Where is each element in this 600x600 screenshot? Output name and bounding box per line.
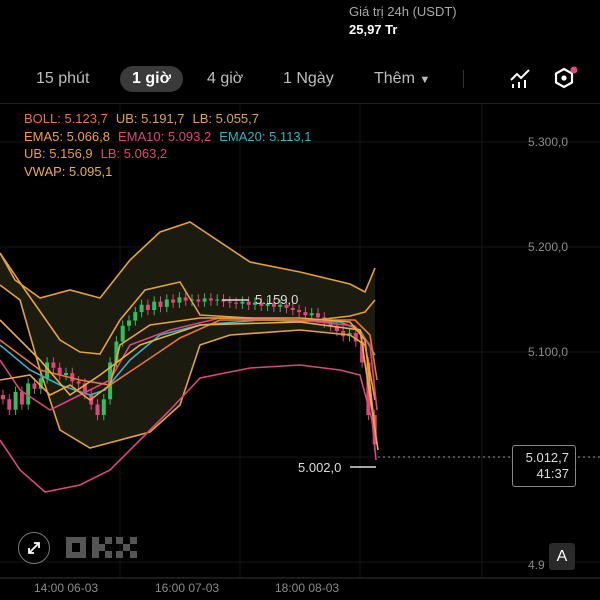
candle (215, 299, 220, 301)
legend-vwap: VWAP: 5.095,1 (24, 163, 113, 179)
expand-arrows-icon (28, 542, 40, 554)
legend-ema20: EMA20: 5.113,1 (219, 128, 312, 144)
legend-env-lb: LB: 5.063,2 (100, 146, 168, 161)
candle (234, 302, 239, 304)
candle (208, 298, 213, 301)
candle (290, 307, 295, 310)
candle (19, 391, 24, 405)
candle (316, 313, 320, 318)
legend-ema5: EMA5: 5.066,8 (24, 128, 110, 144)
candle (133, 312, 138, 321)
x-tick: 14:00 06-03 (34, 581, 99, 595)
candle-countdown: 41:37 (536, 466, 569, 481)
candle (240, 301, 245, 304)
candle (101, 399, 106, 415)
candle (202, 298, 207, 302)
indicator-legend[interactable]: BOLL: 5.123,7 UB: 5.191,7 LB: 5.055,7 EMA5… (24, 110, 320, 180)
candle (177, 297, 182, 303)
candle (303, 312, 308, 316)
y-tick: 5.300,0 (528, 135, 569, 149)
legend-boll: BOLL: 5.123,7 (24, 111, 108, 126)
y-tick: 5.100,0 (528, 345, 569, 359)
candle (183, 297, 188, 301)
auto-scale-button[interactable]: A (549, 543, 575, 570)
candle (196, 299, 201, 302)
candle (158, 301, 163, 307)
candle (164, 299, 169, 307)
candle (171, 299, 176, 303)
legend-ema10: EMA10: 5.093,2 (118, 128, 212, 144)
candle (95, 404, 100, 415)
candle (139, 304, 144, 313)
candle (127, 320, 131, 326)
x-tick: 16:00 07-03 (155, 581, 220, 595)
x-tick: 18:00 08-03 (275, 581, 340, 595)
candle (32, 383, 37, 389)
candle (297, 310, 302, 313)
candle (7, 399, 12, 410)
candle (76, 381, 81, 384)
candle (309, 313, 314, 316)
legend-boll-ub: UB: 5.191,7 (115, 111, 185, 126)
last-price: 5.012,7 (525, 450, 569, 465)
candle (120, 325, 125, 342)
y-tick: 5.200,0 (528, 240, 569, 254)
candle (51, 362, 56, 368)
candle (1, 395, 5, 400)
y-tick: 4.9 (528, 558, 545, 572)
candle (152, 301, 157, 310)
legend-boll-lb: LB: 5.055,7 (192, 111, 260, 126)
fullscreen-button[interactable] (18, 532, 50, 564)
price-chart[interactable] (0, 0, 600, 600)
candle (13, 391, 18, 410)
candle (145, 304, 150, 310)
legend-env-ub: UB: 5.156,9 (24, 146, 93, 161)
last-price-box[interactable]: 5.012,7 41:37 (512, 445, 576, 487)
candle (227, 301, 232, 303)
low-price-label: 5.002,0 (298, 460, 342, 475)
okx-watermark-logo (66, 537, 137, 558)
candle (246, 301, 251, 305)
high-price-label: 5.159,0 (255, 292, 299, 307)
candle (64, 373, 68, 376)
